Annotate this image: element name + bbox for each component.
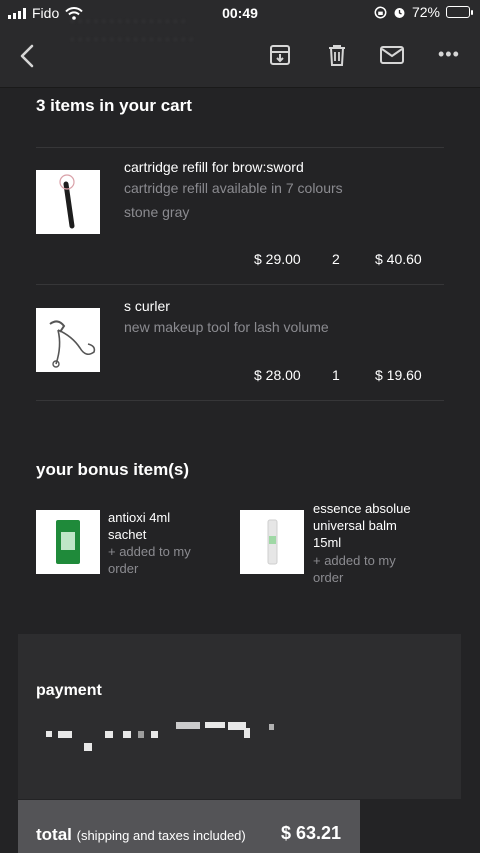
more-horizontal-icon[interactable]: •••: [438, 44, 459, 64]
envelope-icon[interactable]: [379, 42, 405, 68]
bonus-heading: your bonus item(s): [36, 460, 190, 479]
battery-percent: 72%: [411, 4, 440, 20]
cart-item-total: $ 40.60: [375, 251, 422, 267]
bonus-image-balm[interactable]: [240, 510, 304, 574]
cart-item-price: $ 29.00: [254, 251, 301, 267]
archive-icon[interactable]: [267, 42, 293, 68]
balm-tube-icon: [267, 519, 278, 565]
rotation-lock-icon: [374, 6, 387, 18]
bonus-added-note: + added to my: [313, 553, 396, 568]
total-value: $ 63.21: [281, 823, 342, 843]
cart-divider: [36, 284, 444, 285]
top-bar: Fido 00:49 72% · · · · · · · · · · · · ·…: [0, 0, 480, 88]
blurred-subject-line: · · · · · · · · · · · · · · ·: [70, 13, 186, 28]
cart-item-total: $ 19.60: [375, 367, 422, 383]
cart-item-description: cartridge refill available in 7 colours: [124, 180, 343, 196]
cart-item-name[interactable]: cartridge refill for brow:sword: [124, 159, 304, 175]
trash-icon[interactable]: [324, 42, 350, 68]
blurred-date-line: · · · · · · · · · · · · · · · ·: [70, 31, 194, 46]
cart-item-price: $ 28.00: [254, 367, 301, 383]
total-label-row: total (shipping and taxes included): [36, 825, 246, 845]
bonus-added-note: + added to my: [108, 544, 191, 559]
payment-panel: [18, 634, 461, 799]
cart-item-variant: stone gray: [124, 204, 190, 220]
brow-pencil-icon: [59, 174, 75, 229]
alarm-icon: [394, 7, 405, 18]
payment-heading: payment: [36, 682, 102, 699]
chevron-left-icon[interactable]: [14, 40, 42, 72]
total-label: total: [36, 825, 72, 844]
cart-divider-bottom: [36, 400, 444, 401]
cart-item-description: new makeup tool for lash volume: [124, 319, 329, 335]
cart-heading: 3 items in your cart: [36, 96, 192, 115]
product-image-curler[interactable]: [36, 308, 100, 372]
bonus-item-name: universal balm: [313, 518, 397, 533]
cart-item-quantity: 2: [332, 251, 340, 267]
cart-item-quantity: 1: [332, 367, 340, 383]
cart-divider-top: [36, 147, 444, 148]
bonus-added-note: order: [108, 561, 139, 576]
total-note: (shipping and taxes included): [76, 828, 246, 843]
battery-icon: [446, 6, 473, 18]
eyelash-curler-icon: [49, 320, 96, 368]
bonus-image-sachet[interactable]: [36, 510, 100, 574]
status-right: 72%: [374, 4, 473, 20]
product-image-brow-refill[interactable]: [36, 170, 100, 234]
bonus-item-name: sachet: [108, 527, 147, 542]
cart-item-name[interactable]: s curler: [124, 298, 170, 314]
sachet-icon: [56, 520, 80, 564]
bonus-item-name: antioxi 4ml: [108, 510, 171, 525]
bonus-item-name: 15ml: [313, 535, 342, 550]
bonus-item-name: essence absolue: [313, 501, 411, 516]
bonus-added-note: order: [313, 570, 344, 585]
